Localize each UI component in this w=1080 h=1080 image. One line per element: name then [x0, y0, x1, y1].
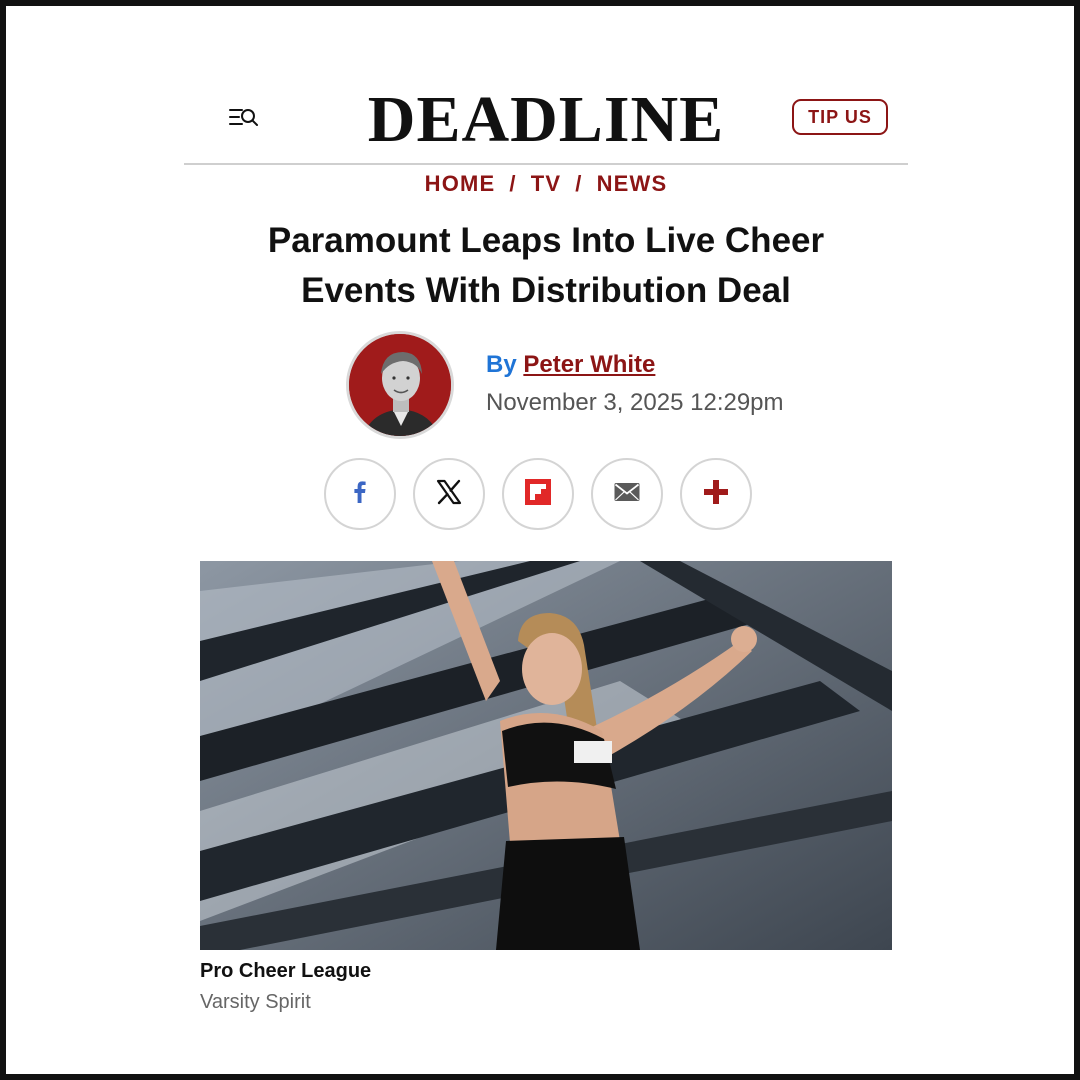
x-icon: [435, 478, 463, 511]
email-share-button[interactable]: [591, 458, 663, 530]
flipboard-share-button[interactable]: [502, 458, 574, 530]
plus-icon: [703, 479, 729, 510]
breadcrumb-separator: /: [509, 171, 517, 196]
featured-image[interactable]: [200, 561, 892, 950]
author-avatar[interactable]: [346, 331, 454, 439]
menu-search-icon[interactable]: [226, 102, 262, 134]
flipboard-icon: [524, 478, 552, 511]
header-divider: [184, 163, 908, 165]
by-label: By: [486, 351, 517, 378]
article-headline: Paramount Leaps Into Live Cheer Events W…: [196, 216, 896, 316]
image-caption: Pro Cheer League: [200, 960, 372, 982]
tip-us-button[interactable]: TIP US: [792, 99, 888, 135]
x-share-button[interactable]: [413, 458, 485, 530]
page-frame: DEADLINE TIP US HOME / TV / NEWS Paramount L…: [0, 0, 1080, 1080]
breadcrumb-separator: /: [575, 171, 583, 196]
byline: By Peter White: [486, 351, 655, 379]
breadcrumb-tv[interactable]: TV: [531, 171, 562, 196]
headline-line-1: Paramount Leaps Into Live Cheer: [267, 221, 825, 260]
image-credit: Varsity Spirit: [200, 991, 311, 1013]
site-logo[interactable]: DEADLINE: [306, 82, 786, 158]
facebook-icon: [347, 479, 373, 510]
email-icon: [613, 481, 641, 508]
more-share-button[interactable]: [680, 458, 752, 530]
breadcrumb-home[interactable]: HOME: [425, 171, 496, 196]
breadcrumb-news[interactable]: NEWS: [597, 171, 668, 196]
breadcrumb: HOME / TV / NEWS: [6, 171, 1080, 197]
facebook-share-button[interactable]: [324, 458, 396, 530]
headline-line-2: Events With Distribution Deal: [301, 271, 791, 310]
author-link[interactable]: Peter White: [523, 351, 655, 378]
publish-date: November 3, 2025 12:29pm: [486, 389, 784, 416]
